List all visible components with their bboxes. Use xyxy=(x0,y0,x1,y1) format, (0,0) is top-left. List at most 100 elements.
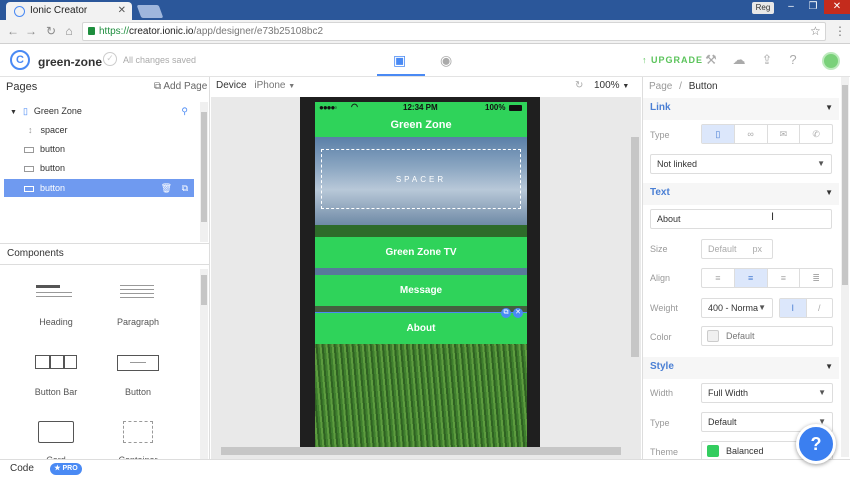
close-window-icon[interactable]: ✕ xyxy=(824,0,850,14)
forward-icon[interactable]: → xyxy=(24,24,38,38)
align-center-icon[interactable]: ≡ xyxy=(734,269,768,287)
share-export-icon[interactable]: ⇪ xyxy=(759,52,775,68)
align-justify-icon[interactable]: ≣ xyxy=(800,269,832,287)
ionic-logo-icon[interactable]: C xyxy=(10,50,30,70)
help-circle-icon[interactable]: ? xyxy=(785,52,801,68)
component-button[interactable]: Button xyxy=(98,353,178,397)
button-icon xyxy=(24,185,34,192)
component-heading[interactable]: Heading xyxy=(16,283,96,327)
style-width-select[interactable]: Full Width ▼ xyxy=(701,383,833,403)
button-text-input[interactable]: About xyxy=(650,209,832,229)
tree-item-page[interactable]: ▼ ▯ Green Zone ⚲ xyxy=(4,102,194,120)
cloud-download-icon[interactable]: ☁ xyxy=(731,52,747,68)
about-button-selected[interactable]: About xyxy=(315,312,527,345)
canvas-horizontal-scrollbar[interactable] xyxy=(221,447,621,455)
spacer-component[interactable]: SPACER xyxy=(315,137,527,225)
save-status: All changes saved xyxy=(123,55,197,65)
pro-badge[interactable]: ★ PRO xyxy=(50,463,82,475)
style-section-header[interactable]: Style ▼ xyxy=(643,357,839,379)
link-type-label: Type xyxy=(650,130,670,140)
style-width-value: Full Width xyxy=(708,388,749,398)
code-button[interactable]: Code xyxy=(10,463,34,474)
clear-style-icon[interactable]: / xyxy=(807,299,833,317)
browser-tab[interactable]: Ionic Creator ✕ xyxy=(6,2,132,20)
add-page-button[interactable]: ⧉ Add Page xyxy=(154,81,207,92)
align-left-icon[interactable]: ≡ xyxy=(702,269,735,287)
tree-item-label: button xyxy=(40,163,66,173)
browser-menu-icon[interactable]: ⋮ xyxy=(834,24,846,38)
link-section-title: Link xyxy=(650,102,671,113)
breadcrumb-page[interactable]: Page xyxy=(649,81,672,92)
button-bar-icon xyxy=(16,353,96,381)
component-paragraph[interactable]: Paragraph xyxy=(98,283,178,327)
lock-icon xyxy=(88,27,95,35)
device-select[interactable]: iPhone ▼ xyxy=(254,80,295,91)
bookmark-star-icon[interactable]: ☆ xyxy=(810,24,821,38)
text-color-picker[interactable]: Default xyxy=(701,326,833,346)
page-link-icon[interactable]: ▯ xyxy=(702,125,735,143)
italic-icon[interactable]: I xyxy=(780,299,807,317)
user-profile-badge[interactable]: Reg xyxy=(752,2,774,14)
new-tab-button[interactable] xyxy=(136,5,164,18)
browser-tab-bar: Ionic Creator ✕ Reg – ❐ ✕ xyxy=(0,0,850,20)
close-tab-icon[interactable]: ✕ xyxy=(118,5,126,16)
tree-item-button[interactable]: button xyxy=(4,140,194,158)
green-zone-tv-button[interactable]: Green Zone TV xyxy=(315,237,527,268)
canvas-vertical-scrollbar[interactable] xyxy=(631,137,639,357)
add-page-icon: ⧉ xyxy=(154,81,164,92)
url-scheme: https:// xyxy=(99,26,130,37)
text-align-label: Align xyxy=(650,273,671,283)
link-target-value: Not linked xyxy=(657,159,698,169)
style-type-value: Default xyxy=(708,417,737,427)
pages-scrollbar[interactable] xyxy=(200,102,208,242)
properties-panel: Page / Button Link ▼ Type ▯ ∞ ✉ ✆ Not lin… xyxy=(642,77,850,461)
style-section-title: Style xyxy=(650,361,674,372)
link-target-select[interactable]: Not linked ▼ xyxy=(650,154,832,174)
card-icon xyxy=(16,421,96,449)
remove-handle-icon[interactable]: ✕ xyxy=(513,308,523,318)
build-tools-icon[interactable]: ⚒ xyxy=(703,52,719,68)
expand-caret-icon[interactable]: ▼ xyxy=(10,109,17,116)
project-name[interactable]: green-zone xyxy=(38,55,102,69)
text-size-input[interactable]: Default px xyxy=(701,239,773,259)
url-bar[interactable]: https://creator.ionic.io/app/designer/e7… xyxy=(82,22,826,41)
duplicate-icon[interactable]: ⧉ xyxy=(182,179,188,197)
properties-scrollbar[interactable] xyxy=(841,77,849,457)
text-section-header[interactable]: Text ▼ xyxy=(643,183,839,205)
help-chat-button[interactable]: ? xyxy=(796,424,836,464)
chevron-down-icon: ▼ xyxy=(758,303,766,312)
text-weight-select[interactable]: 400 - Norma ▼ xyxy=(701,298,773,318)
zoom-select[interactable]: 100% ▼ xyxy=(594,80,629,91)
button-icon xyxy=(24,146,34,153)
duplicate-handle-icon[interactable]: ⧉ xyxy=(501,308,511,318)
tree-item-button-selected[interactable]: button 🗑 ⧉ xyxy=(4,179,194,197)
delete-icon[interactable]: 🗑 xyxy=(161,179,172,197)
back-icon[interactable]: ← xyxy=(6,24,20,38)
rotate-icon[interactable]: ↻ xyxy=(575,80,583,91)
components-scrollbar[interactable] xyxy=(200,269,208,459)
tree-item-button[interactable]: button xyxy=(4,159,194,177)
url-link-icon[interactable]: ∞ xyxy=(735,125,768,143)
component-button-bar[interactable]: Button Bar xyxy=(16,353,96,397)
reload-icon[interactable]: ↻ xyxy=(44,24,58,38)
preview-eye-icon[interactable]: ◉ xyxy=(440,52,452,69)
upgrade-button[interactable]: ↑ UPGRADE xyxy=(642,55,703,65)
design-mode-icon[interactable]: ▣ xyxy=(393,52,409,68)
phone-nav-title[interactable]: Green Zone xyxy=(315,114,527,137)
style-theme-value: Balanced xyxy=(726,446,764,456)
phone-link-icon[interactable]: ✆ xyxy=(800,125,832,143)
user-avatar[interactable] xyxy=(822,52,840,70)
home-icon[interactable]: ⌂ xyxy=(62,24,76,38)
wifi-icon: ◠ xyxy=(351,102,358,111)
restore-icon[interactable]: ❐ xyxy=(802,0,824,14)
text-size-placeholder: Default xyxy=(708,244,737,254)
message-button[interactable]: Message xyxy=(315,275,527,306)
design-canvas: Device iPhone ▼ ↻ 100% ▼ ●●●●◦ ◠ 12:34 P… xyxy=(211,77,641,459)
minimize-icon[interactable]: – xyxy=(780,0,802,14)
chevron-down-icon: ▼ xyxy=(817,159,825,168)
align-right-icon[interactable]: ≡ xyxy=(768,269,801,287)
text-align-segmented: ≡ ≡ ≡ ≣ xyxy=(701,268,833,288)
email-link-icon[interactable]: ✉ xyxy=(768,125,801,143)
link-section-header[interactable]: Link ▼ xyxy=(643,98,839,120)
tree-item-spacer[interactable]: ↕ spacer xyxy=(4,121,194,139)
